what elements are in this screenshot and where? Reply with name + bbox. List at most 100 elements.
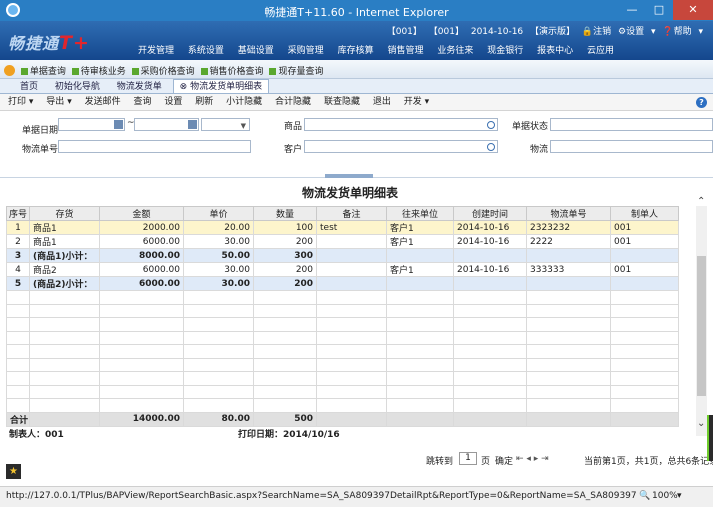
nav-item-sales[interactable]: 销售管理 <box>387 43 423 56</box>
minimize-button[interactable]: — <box>619 0 645 20</box>
settings-link[interactable]: ⚙设置 <box>618 27 644 37</box>
send-email-button[interactable]: 发送邮件 <box>85 94 121 110</box>
zoom-level[interactable]: 100% <box>652 491 678 501</box>
nav-item-cash[interactable]: 现金银行 <box>487 43 523 56</box>
query-button[interactable]: 查询 <box>133 94 151 110</box>
nav-item-dev[interactable]: 开发管理 <box>138 43 174 56</box>
gear-icon[interactable] <box>4 65 15 76</box>
customer-input[interactable] <box>304 140 498 153</box>
nav-item-cloud[interactable]: 云应用 <box>587 43 614 56</box>
nav-item-purchase[interactable]: 采购管理 <box>288 43 324 56</box>
side-panel-handle[interactable] <box>707 415 713 461</box>
tab-logistics-shipment[interactable]: 物流发货单 <box>111 80 168 94</box>
chevron-down-icon[interactable]: ▾ <box>698 27 703 37</box>
col-header-created[interactable]: 创建时间 <box>453 206 527 221</box>
table-row[interactable] <box>6 317 679 332</box>
search-icon[interactable] <box>487 121 495 129</box>
date-from-input[interactable] <box>58 118 125 131</box>
tab-init-nav[interactable]: 初始化导航 <box>49 80 106 94</box>
date-to-input[interactable] <box>134 118 199 131</box>
col-header-logistics-no[interactable]: 物流单号 <box>526 206 611 221</box>
doc-status-input[interactable] <box>550 118 713 131</box>
restore-button[interactable]: □ <box>646 0 672 20</box>
table-row[interactable] <box>6 344 679 359</box>
exit-button[interactable]: 退出 <box>373 94 391 110</box>
col-header-amount[interactable]: 金额 <box>99 206 184 221</box>
quick-link-sales-price[interactable]: 销售价格查询 <box>200 64 264 77</box>
cell-maker <box>610 303 679 318</box>
help-icon[interactable]: ? <box>696 97 707 108</box>
nav-item-system[interactable]: 系统设置 <box>188 43 224 56</box>
hide-linked-button[interactable]: 联查隐藏 <box>324 94 360 110</box>
quick-link-pending-audit[interactable]: 待审核业务 <box>71 64 126 77</box>
page-number-input[interactable]: 1 <box>459 452 477 465</box>
cell-qty <box>253 290 317 305</box>
table-row[interactable] <box>6 303 679 318</box>
table-row[interactable]: 4 商品2 6000.00 30.00 200 客户1 2014-10-16 333333 00… <box>6 262 679 277</box>
help-link[interactable]: ❓帮助 <box>662 27 691 37</box>
top-link-account[interactable]: 【001】 <box>429 27 464 37</box>
col-header-price[interactable]: 单价 <box>183 206 254 221</box>
top-link-edition: 【演示版】 <box>530 27 576 37</box>
hide-subtotal-button[interactable]: 小计隐藏 <box>226 94 262 110</box>
quick-link-stock[interactable]: 现存量查询 <box>269 64 323 77</box>
logistics-no-input[interactable] <box>58 140 251 153</box>
export-button[interactable]: 导出 ▾ <box>46 94 71 110</box>
table-row[interactable] <box>6 398 679 413</box>
close-tab-icon[interactable]: ⊗ <box>180 82 188 92</box>
col-header-maker[interactable]: 制单人 <box>610 206 679 221</box>
table-row[interactable] <box>6 384 679 399</box>
filter-splitter[interactable] <box>0 174 713 178</box>
table-row[interactable]: 1 商品1 2000.00 20.00 100 test 客户1 2014-10-16 2323… <box>6 220 679 235</box>
nav-item-basic[interactable]: 基础设置 <box>238 43 274 56</box>
table-row[interactable] <box>6 357 679 372</box>
nav-item-reports[interactable]: 报表中心 <box>537 43 573 56</box>
scrollbar-thumb[interactable] <box>697 256 706 396</box>
scroll-up-icon[interactable]: ⌃ <box>697 196 705 207</box>
collapse-handle[interactable] <box>325 174 373 178</box>
table-row[interactable]: 2 商品1 6000.00 30.00 200 客户1 2014-10-16 2222 001 <box>6 234 679 249</box>
develop-button[interactable]: 开发 ▾ <box>404 94 429 110</box>
settings-button[interactable]: 设置 <box>164 94 182 110</box>
cell-created <box>453 317 527 332</box>
logistics-input[interactable] <box>550 140 713 153</box>
pager-nav-icons[interactable]: ⇤ ◂ ▸ ⇥ <box>516 454 549 464</box>
search-icon[interactable] <box>487 143 495 151</box>
col-header-item[interactable]: 存货 <box>29 206 100 221</box>
favorite-star-icon[interactable]: ★ <box>6 464 21 479</box>
col-header-qty[interactable]: 数量 <box>253 206 317 221</box>
refresh-button[interactable]: 刷新 <box>195 94 213 110</box>
hide-total-button[interactable]: 合计隐藏 <box>275 94 311 110</box>
chevron-down-icon[interactable]: ▾ <box>677 491 682 501</box>
table-row[interactable] <box>6 290 679 305</box>
quick-link-purchase-price[interactable]: 采购价格查询 <box>131 64 195 77</box>
vertical-scrollbar[interactable] <box>696 206 707 436</box>
table-row[interactable] <box>6 330 679 345</box>
tab-logistics-detail[interactable]: ⊗ 物流发货单明细表 <box>172 79 270 93</box>
zoom-icon[interactable]: 🔍 <box>639 491 650 501</box>
chevron-down-icon[interactable]: ▾ <box>651 27 656 37</box>
quick-link-doc-query[interactable]: 单据查询 <box>20 64 66 77</box>
goto-confirm-button[interactable]: 确定 <box>495 454 513 467</box>
calendar-icon[interactable] <box>114 120 123 129</box>
table-row[interactable] <box>6 371 679 386</box>
cell-logistics-no <box>526 248 611 263</box>
product-input[interactable] <box>304 118 498 131</box>
col-header-remark[interactable]: 备注 <box>316 206 387 221</box>
nav-item-business[interactable]: 业务往来 <box>437 43 473 56</box>
print-button[interactable]: 打印 ▾ <box>8 94 33 110</box>
tab-home[interactable]: 首页 <box>14 80 44 94</box>
subtotal-row[interactable]: 5 (商品2)小计： 6000.00 30.00 200 <box>6 276 679 291</box>
logout-link[interactable]: 🔒注销 <box>582 27 611 37</box>
cell-price: 30.00 <box>183 262 254 277</box>
top-link-user[interactable]: 【001】 <box>387 27 422 37</box>
calendar-icon[interactable] <box>188 120 197 129</box>
close-button[interactable]: ✕ <box>673 0 713 20</box>
col-header-partner[interactable]: 往来单位 <box>386 206 454 221</box>
bullet-icon <box>200 68 208 75</box>
date-preset-select[interactable]: ▼ <box>201 118 250 131</box>
col-header-index[interactable]: 序号 <box>6 206 30 221</box>
subtotal-row[interactable]: 3 (商品1)小计： 8000.00 50.00 300 <box>6 248 679 263</box>
nav-item-inventory[interactable]: 库存核算 <box>338 43 374 56</box>
scroll-down-icon[interactable]: ⌄ <box>697 418 705 429</box>
